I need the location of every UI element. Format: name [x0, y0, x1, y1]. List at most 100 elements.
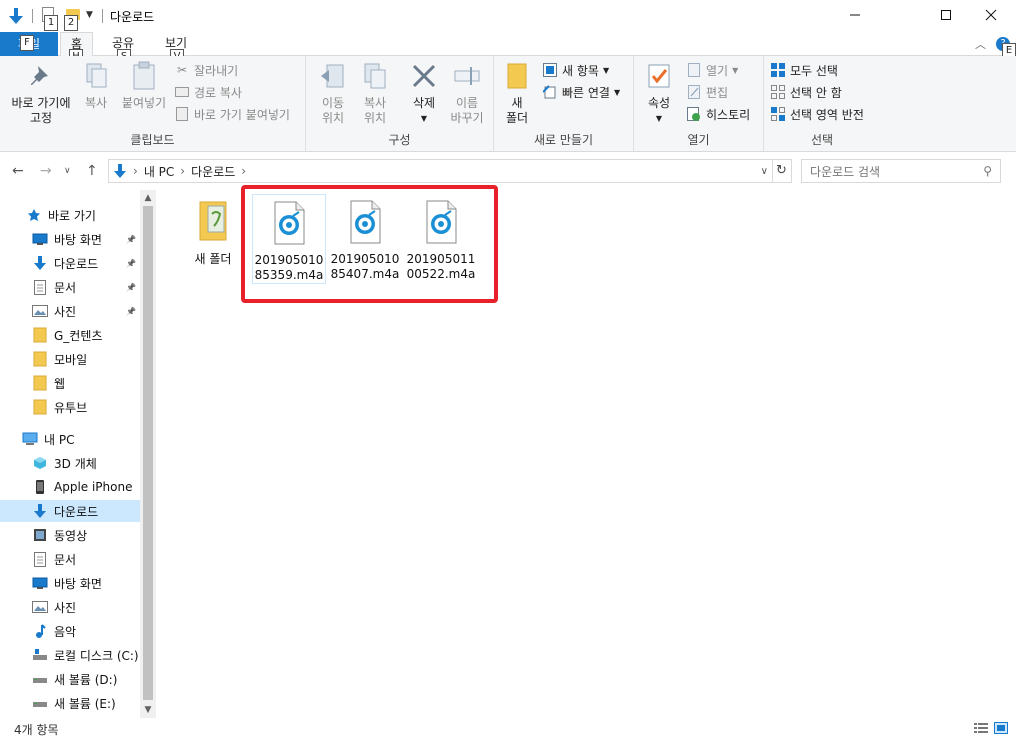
drivec-icon	[32, 647, 48, 663]
status-bar: 4개 항목	[0, 718, 1016, 740]
edit-icon	[686, 84, 702, 100]
pin-to-quick-access-button[interactable]: 바로 가기에 고정	[6, 60, 76, 126]
paste-shortcut-button[interactable]: 바로 가기 붙여넣기	[174, 104, 290, 124]
sidebar-item-label: 바탕 화면	[54, 576, 102, 591]
paste-button[interactable]: 붙여넣기	[118, 60, 170, 111]
delete-label: 삭제	[412, 96, 436, 110]
clipboard-group-label: 클립보드	[130, 133, 175, 147]
copy-button[interactable]: 복사	[78, 60, 114, 111]
delete-button[interactable]: 삭제 ▼	[406, 60, 442, 126]
scroll-down-icon[interactable]: ▼	[140, 702, 156, 718]
pinned-icon: 📌	[126, 234, 136, 244]
refresh-icon[interactable]: ↻	[772, 159, 792, 183]
sidebar-item-quick-7[interactable]: 유투브	[0, 396, 140, 418]
sidebar-quick-access[interactable]: 바로 가기	[0, 204, 140, 226]
sidebar-item-label: 문서	[54, 552, 77, 567]
phone-icon	[32, 479, 48, 495]
collapse-ribbon-icon[interactable]: ︿	[975, 36, 986, 52]
download-icon	[32, 255, 48, 271]
search-box[interactable]: 다운로드 검색 ⚲	[801, 159, 1001, 183]
sidebar-item-quick-6[interactable]: 웹	[0, 372, 140, 394]
download-icon	[32, 503, 48, 519]
scrollbar-thumb[interactable]	[143, 206, 153, 700]
easy-access-button[interactable]: 빠른 연결 ▼	[542, 82, 620, 102]
sidebar-item-pc-9[interactable]: 새 볼륨 (D:)	[0, 668, 140, 690]
breadcrumb-downloads[interactable]: 다운로드	[191, 163, 235, 180]
clipboard-icon	[128, 60, 160, 92]
sidebar-item-pc-8[interactable]: 로컬 디스크 (C:)	[0, 644, 140, 666]
edit-button[interactable]: 편집	[686, 82, 728, 102]
pc-icon	[22, 431, 38, 447]
close-icon	[985, 9, 997, 21]
scrollbar[interactable]: ▲ ▼	[140, 190, 156, 718]
folder-icon	[32, 351, 48, 367]
recent-locations-chevron-icon[interactable]: ∨	[64, 166, 71, 176]
rename-button[interactable]: 이름 바꾸기	[448, 60, 486, 126]
sidebar-item-label: 로컬 디스크 (C:)	[54, 648, 139, 663]
sidebar-item-quick-1[interactable]: 다운로드 📌	[0, 252, 140, 274]
forward-arrow-icon[interactable]: →	[40, 163, 52, 179]
minimize-button[interactable]	[832, 0, 878, 30]
select-none-button[interactable]: 선택 안 함	[770, 82, 842, 102]
sidebar-item-pc-4[interactable]: 문서	[0, 548, 140, 570]
sidebar-item-pc-3[interactable]: 동영상	[0, 524, 140, 546]
open-group-label: 열기	[687, 133, 710, 147]
properties-button[interactable]: 속성 ▼	[642, 60, 676, 126]
scroll-up-icon[interactable]: ▲	[140, 190, 156, 206]
sidebar-this-pc[interactable]: 내 PC	[0, 428, 140, 450]
up-arrow-icon[interactable]: ↑	[86, 163, 98, 179]
address-bar[interactable]: › 내 PC › 다운로드 › ∨	[108, 159, 773, 183]
sidebar-item-pc-2[interactable]: 다운로드	[0, 500, 140, 522]
details-view-icon[interactable]	[974, 722, 988, 734]
customize-toolbar-arrow-icon[interactable]: ▼	[86, 10, 93, 20]
open-button[interactable]: 열기 ▼	[686, 60, 738, 80]
sidebar-item-quick-5[interactable]: 모바일	[0, 348, 140, 370]
sidebar-item-pc-7[interactable]: 음악	[0, 620, 140, 642]
sidebar-item-quick-4[interactable]: G_컨텐츠	[0, 324, 140, 346]
pin-label: 바로 가기에 고정	[11, 96, 71, 125]
download-arrow-icon[interactable]	[8, 7, 24, 25]
sidebar-item-pc-5[interactable]: 바탕 화면	[0, 572, 140, 594]
folder-item[interactable]: 새 폴더	[176, 194, 250, 267]
back-arrow-icon[interactable]: ←	[12, 163, 24, 179]
sidebar-item-quick-0[interactable]: 바탕 화면 📌	[0, 228, 140, 250]
copy-to-button[interactable]: 복사 위치	[356, 60, 394, 126]
drive-icon	[32, 671, 48, 687]
select-all-button[interactable]: 모두 선택	[770, 60, 838, 80]
sidebar-item-pc-1[interactable]: Apple iPhone	[0, 476, 140, 498]
sidebar-item-quick-3[interactable]: 사진 📌	[0, 300, 140, 322]
ribbon-tabs: 파일 F 홈 H 공유 S 보기 V ︿ ? E	[0, 32, 1016, 65]
move-to-button[interactable]: 이동 위치	[314, 60, 352, 126]
sidebar-item-pc-0[interactable]: 3D 개체	[0, 452, 140, 474]
new-item-button[interactable]: 새 항목 ▼	[542, 60, 609, 80]
search-placeholder: 다운로드 검색	[810, 164, 881, 179]
properties-dropdown-icon[interactable]: ▼	[656, 111, 662, 126]
invert-selection-button[interactable]: 선택 영역 반전	[770, 104, 864, 124]
doc-icon	[32, 551, 48, 567]
sidebar-item-pc-10[interactable]: 새 볼륨 (E:)	[0, 692, 140, 714]
cut-button[interactable]: ✂ 잘라내기	[174, 60, 238, 80]
large-icons-view-icon[interactable]	[994, 722, 1008, 734]
sidebar-item-label: 웹	[54, 376, 66, 391]
maximize-button[interactable]	[923, 0, 969, 30]
copy-icon	[80, 60, 112, 92]
copy-path-label: 경로 복사	[194, 85, 242, 100]
address-dropdown-icon[interactable]: ∨	[761, 166, 768, 177]
delete-dropdown-icon[interactable]: ▼	[421, 111, 427, 126]
sidebar-item-quick-2[interactable]: 문서 📌	[0, 276, 140, 298]
drive-icon	[32, 695, 48, 711]
close-button[interactable]	[968, 0, 1014, 30]
cube-icon	[32, 455, 48, 471]
file-name: 새 폴더	[194, 252, 232, 266]
pinned-icon: 📌	[126, 306, 136, 316]
new-folder-button[interactable]: 새 폴더	[502, 60, 532, 126]
paste-label: 붙여넣기	[121, 96, 167, 110]
file-list-view: 새 폴더 20190501085359.m4a 20190501085407.m4a…	[156, 185, 1016, 718]
star-icon	[26, 207, 42, 223]
sidebar-item-label: 사진	[54, 600, 77, 615]
copy-path-button[interactable]: 경로 복사	[174, 82, 242, 102]
breadcrumb-this-pc[interactable]: 내 PC	[144, 163, 174, 180]
history-button[interactable]: 히스토리	[686, 104, 750, 124]
sidebar-item-pc-6[interactable]: 사진	[0, 596, 140, 618]
breadcrumb-separator: ›	[180, 164, 186, 178]
